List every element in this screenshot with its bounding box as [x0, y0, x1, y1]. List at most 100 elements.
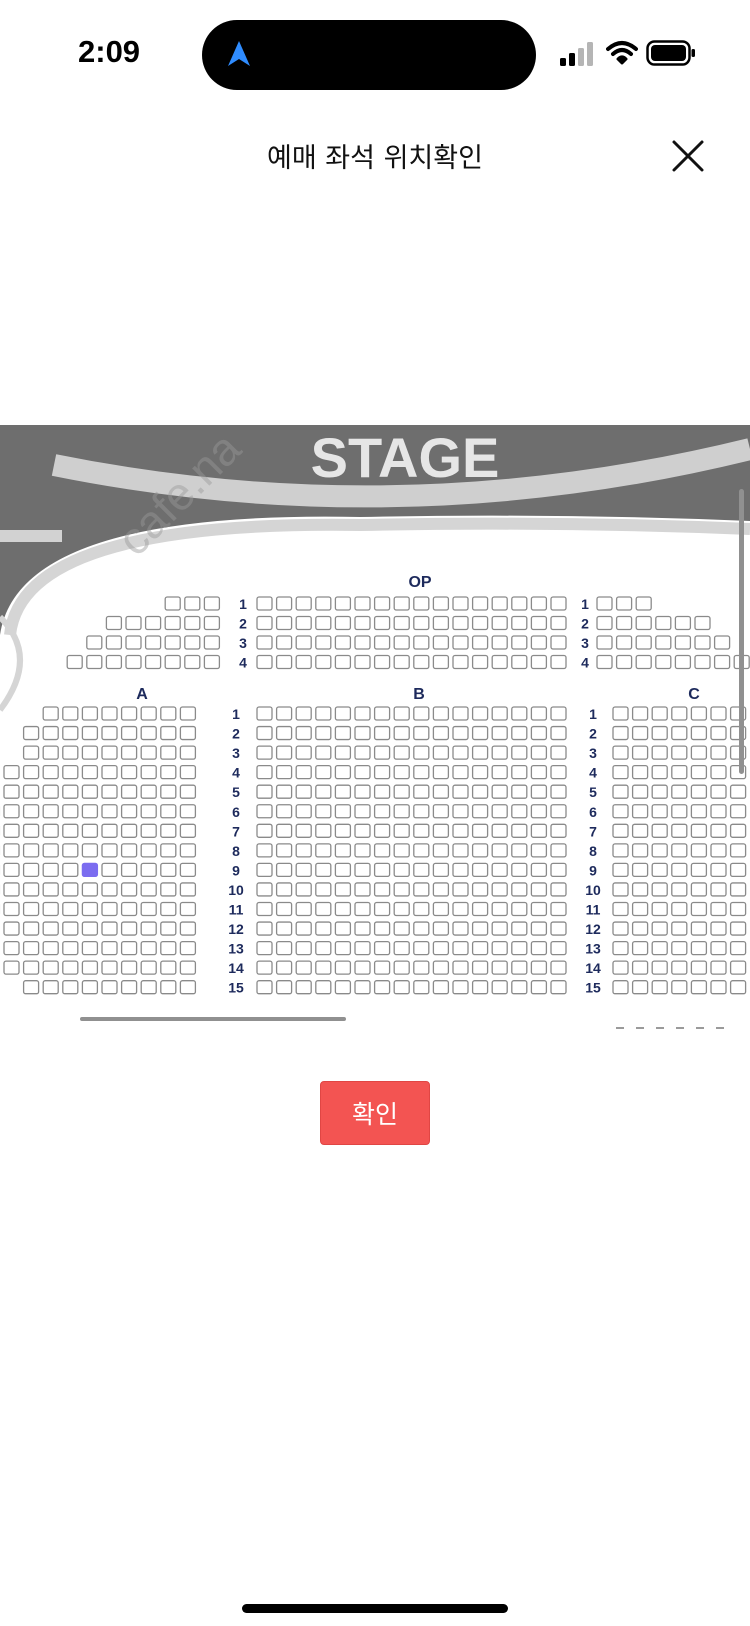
section-b-seat — [550, 980, 567, 995]
op-seat — [694, 615, 711, 631]
section-a-seat — [22, 764, 40, 780]
section-a-seat — [81, 882, 99, 897]
section-c-seat — [651, 784, 668, 799]
section-b-seat — [393, 823, 410, 838]
section-b-seat — [432, 745, 450, 760]
section-b-seat — [315, 804, 332, 819]
section-b-seat — [354, 862, 371, 878]
section-b-seat — [511, 823, 528, 838]
op-label: OP — [408, 574, 431, 591]
op-row-label: 4 — [581, 655, 589, 671]
row-label: 2 — [232, 726, 240, 742]
op-seat — [635, 635, 652, 650]
confirm-button[interactable]: 확인 — [320, 1081, 430, 1145]
section-c-seat — [631, 784, 649, 799]
section-b-seat — [452, 823, 469, 838]
section-a-seat — [22, 804, 40, 819]
section-b-seat — [530, 804, 548, 819]
section-a-seat — [81, 725, 99, 741]
section-b-seat — [511, 764, 528, 780]
section-c-seat — [690, 862, 708, 878]
op-seat — [413, 615, 430, 631]
op-seat — [105, 654, 123, 670]
section-a-seat — [179, 823, 197, 838]
section-b-seat — [295, 725, 312, 741]
section-a-seat — [120, 862, 138, 878]
op-seat — [432, 654, 450, 670]
section-c-seat — [612, 901, 629, 917]
section-c-seat — [631, 921, 649, 936]
section-a-seat — [42, 862, 59, 878]
section-b-seat — [334, 804, 352, 819]
section-c-seat — [710, 784, 727, 799]
section-a-seat — [42, 706, 59, 721]
section-b-seat — [471, 725, 489, 741]
row-label: 1 — [589, 706, 597, 722]
section-b-seat — [511, 706, 528, 721]
section-c-seat — [631, 862, 649, 878]
op-seat — [275, 654, 293, 670]
op-seat — [471, 635, 489, 650]
section-b-seat — [295, 901, 312, 917]
close-icon[interactable] — [668, 136, 708, 176]
section-b-seat — [295, 960, 312, 975]
section-b-seat — [511, 940, 528, 956]
section-c-seat — [651, 706, 668, 721]
section-a-seat — [42, 980, 59, 995]
section-a-seat — [179, 980, 197, 995]
section-a-seat — [81, 764, 99, 780]
section-a-seat — [101, 901, 118, 917]
section-c-seat — [710, 901, 727, 917]
section-a-seat — [160, 901, 177, 917]
section-b-seat — [550, 745, 567, 760]
op-seat — [713, 635, 731, 650]
section-b-seat — [256, 921, 273, 936]
section-b-seat — [373, 764, 391, 780]
op-seat — [674, 615, 692, 631]
map-scrollbar-vertical — [739, 489, 744, 774]
section-c-seat — [651, 980, 668, 995]
op-seat — [511, 615, 528, 631]
section-b-seat — [334, 784, 352, 799]
section-b-seat — [275, 862, 293, 878]
section-a-seat — [22, 921, 40, 936]
section-a-seat — [101, 921, 118, 936]
section-b-seat — [452, 843, 469, 858]
section-b-seat — [315, 784, 332, 799]
section-c-seat — [710, 843, 727, 858]
section-b-seat — [354, 823, 371, 838]
op-seat — [315, 596, 332, 611]
section-b-seat — [432, 862, 450, 878]
op-seat — [713, 654, 731, 670]
section-b-seat — [393, 784, 410, 799]
section-b-seat — [550, 784, 567, 799]
section-c-seat — [671, 960, 688, 975]
section-c-seat — [690, 804, 708, 819]
seat-map[interactable]: STAGE cafe.na OP 1 1 2 2 3 3 4 4 A B C 1 1 2 2 3 3 4 4 5 5 6 6 7… — [0, 425, 750, 1035]
section-a-seat — [160, 784, 177, 799]
op-seat — [203, 635, 221, 650]
section-b-seat — [373, 901, 391, 917]
section-a-seat — [3, 784, 20, 799]
section-b-seat — [373, 706, 391, 721]
section-c-seat — [631, 960, 649, 975]
section-c-seat — [651, 960, 668, 975]
section-a-seat — [22, 725, 40, 741]
section-a-seat — [81, 960, 99, 975]
section-a-seat — [3, 960, 20, 975]
section-b-seat — [295, 921, 312, 936]
section-a-seat — [22, 980, 40, 995]
section-a-seat — [81, 804, 99, 819]
section-b-seat — [511, 901, 528, 917]
section-b-seat — [511, 745, 528, 760]
op-seat — [530, 635, 548, 650]
section-b-seat — [315, 980, 332, 995]
section-b-seat — [432, 940, 450, 956]
op-seat — [471, 615, 489, 631]
status-bar: 2:09 — [0, 0, 750, 110]
op-row-label: 2 — [239, 616, 247, 632]
section-a-seat — [160, 980, 177, 995]
section-b-seat — [275, 921, 293, 936]
section-b-seat — [334, 882, 352, 897]
row-label: 13 — [585, 941, 601, 957]
